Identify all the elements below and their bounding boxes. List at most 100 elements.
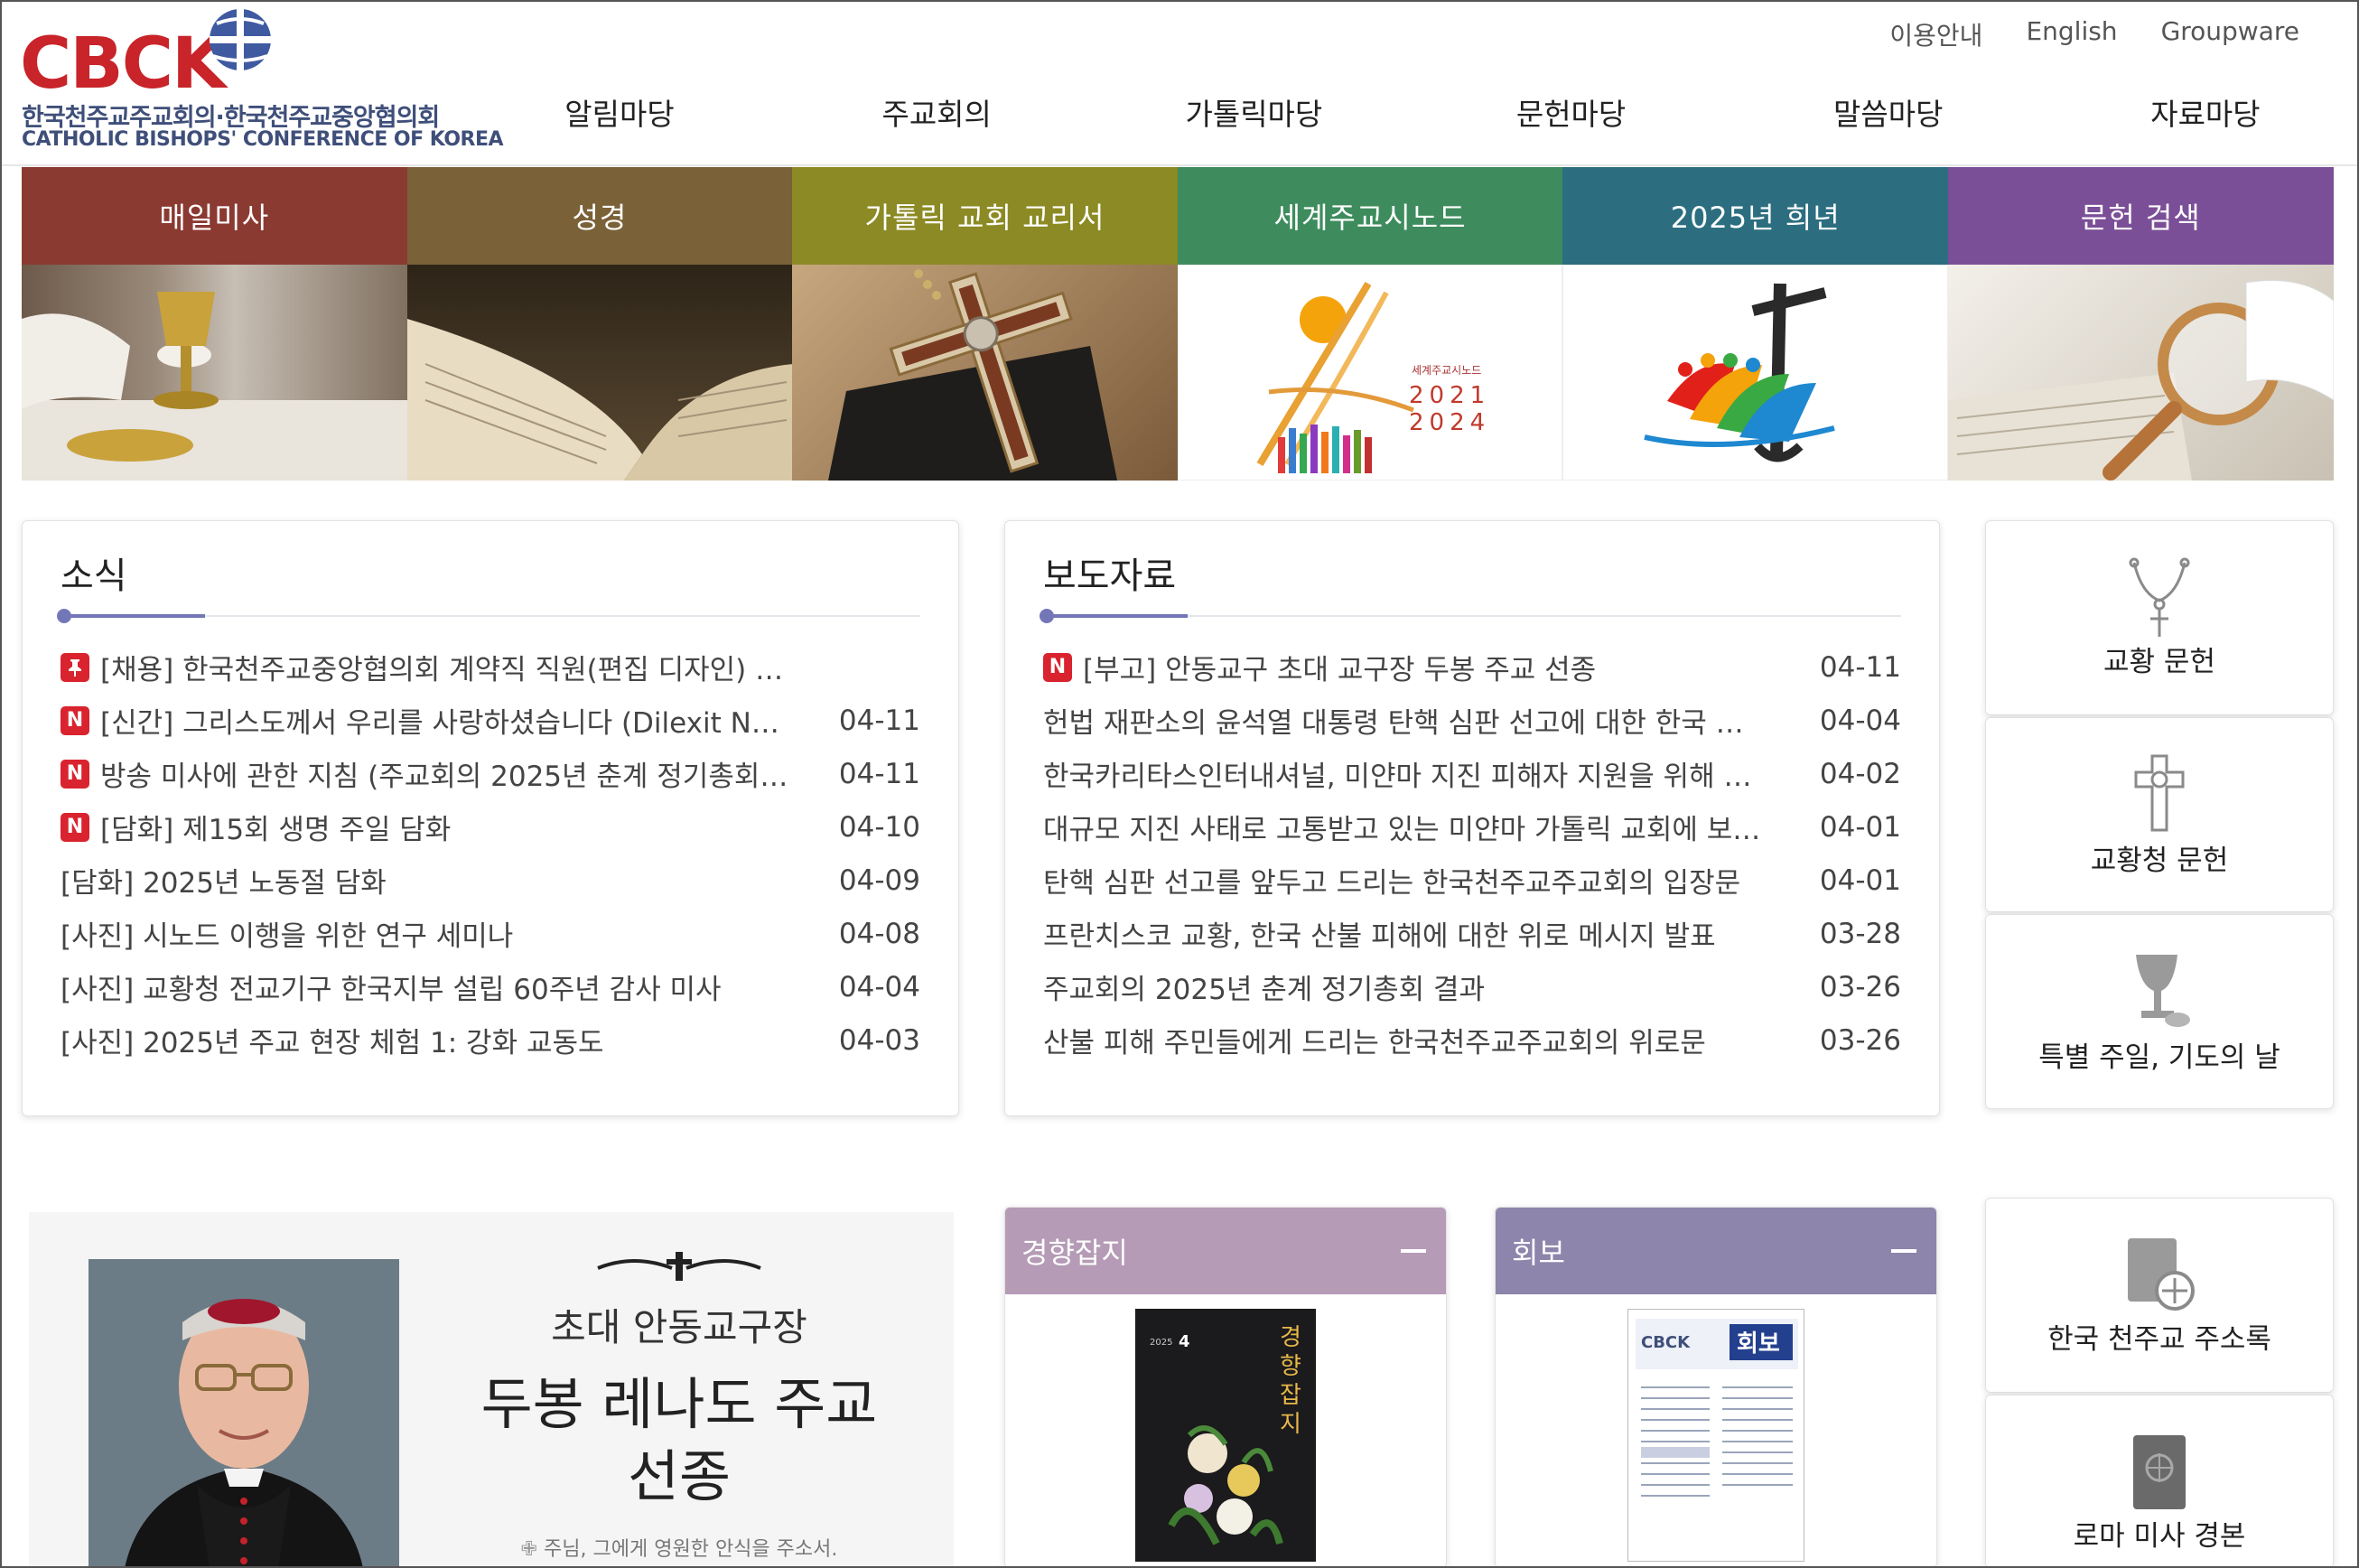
news-date: 04-04 (838, 970, 920, 1003)
obituary-feature[interactable]: 초대 안동교구장 두봉 레나도 주교 선종 ✙ 주님, 그에게 영원한 안식을 … (29, 1212, 954, 1568)
collapse-icon[interactable] (1401, 1249, 1426, 1253)
cross-ornate-icon (2134, 754, 2185, 832)
synod-logo-line2: 2021 (1409, 382, 1490, 409)
press-row[interactable]: 탄핵 심판 선고를 앞두고 드리는 한국천주교주교회의 입장문 04-01 (1043, 854, 1901, 907)
press-row[interactable]: 산불 피해 주민들에게 드리는 한국천주교주교회의 위로문 03-26 (1043, 1013, 1901, 1067)
magazine-header: 회보 (1496, 1208, 1936, 1294)
news-row[interactable]: N [담화] 제15회 생명 주일 담화 04-10 (61, 800, 920, 854)
news-row[interactable]: [사진] 2025년 주교 현장 체험 1: 강화 교동도 04-03 (61, 1013, 920, 1067)
banner-bible[interactable]: 성경 (406, 167, 793, 481)
quicklink-roman-missal[interactable]: 로마 미사 경본 (1985, 1395, 2334, 1568)
news-title: [채용] 한국천주교중앙협의회 계약직 직원(편집 디자인) … (100, 654, 784, 686)
logo-english-name: CATHOLIC BISHOPS' CONFERENCE OF KOREA (22, 128, 504, 151)
news-title: 방송 미사에 관한 지침 (주교회의 2025년 춘계 정기총회… (100, 761, 788, 793)
eucharist-image (22, 265, 407, 481)
kyeonghyang-magazine-panel: 경향잡지 2025 4 경 향 잡 지 (1004, 1207, 1447, 1568)
cover-title-4: 지 (1280, 1411, 1301, 1438)
nav-item-word[interactable]: 말씀마당 (1798, 90, 1979, 134)
pin-icon (61, 652, 89, 682)
bulletin-cover-logo: CBCK (1641, 1333, 1691, 1352)
bishop-portrait (89, 1259, 399, 1568)
feature-text: 초대 안동교구장 두봉 레나도 주교 선종 ✙ 주님, 그에게 영원한 안식을 … (426, 1248, 932, 1562)
quicklink-special-sundays[interactable]: 특별 주일, 기도의 날 (1985, 914, 2334, 1109)
feature-headline-1: 두봉 레나도 주교 (480, 1371, 878, 1437)
util-link-english[interactable]: English (2026, 16, 2117, 52)
news-row[interactable]: N [신간] 그리스도께서 우리를 사랑하셨습니다 (Dilexit N… 04… (61, 694, 920, 747)
rosary-icon (2129, 557, 2190, 637)
press-title: 헌법 재판소의 윤석열 대통령 탄핵 심판 선고에 대한 한국 … (1043, 707, 1744, 740)
quicklink-label: 한국 천주교 주소록 (2047, 1323, 2271, 1356)
cover-title-1: 경 (1280, 1324, 1301, 1351)
jubilee-logo-image (1562, 265, 1948, 481)
press-row[interactable]: 프란치스코 교황, 한국 산불 피해에 대한 위로 메시지 발표 03-28 (1043, 907, 1901, 960)
nav-item-notice[interactable]: 알림마당 (529, 90, 710, 134)
address-book-icon (2122, 1238, 2195, 1311)
nav-item-resources[interactable]: 자료마당 (2115, 90, 2296, 134)
quick-banner: 매일미사 성경 가톨릭 교회 교리서 세계주교시노드 세계주교시노드 2021 … (22, 167, 2334, 481)
magazine-title: 경향잡지 (1021, 1236, 1128, 1270)
press-title: [부고] 안동교구 초대 교구장 두봉 주교 선종 (1083, 654, 1597, 686)
news-row[interactable]: [담화] 2025년 노동절 담화 04-09 (61, 854, 920, 907)
press-panel: 보도자료 N [부고] 안동교구 초대 교구장 두봉 주교 선종 04-11 헌… (1004, 520, 1940, 1116)
new-badge: N (61, 705, 89, 735)
press-row[interactable]: 대규모 지진 사태로 고통받고 있는 미얀마 가톨릭 교회에 보… 04-01 (1043, 800, 1901, 854)
util-link-groupware[interactable]: Groupware (2161, 16, 2299, 52)
banner-doc-search[interactable]: 문헌 검색 (1947, 167, 2334, 481)
press-row[interactable]: 한국카리타스인터내셔널, 미얀마 지진 피해자 지원을 위해 … 04-02 (1043, 747, 1901, 800)
press-row[interactable]: 주교회의 2025년 춘계 정기총회 결과 03-26 (1043, 960, 1901, 1013)
synod-logo-line3: 2024 (1409, 409, 1490, 436)
news-row[interactable]: [사진] 교황청 전교기구 한국지부 설립 60주년 감사 미사 04-04 (61, 960, 920, 1013)
nav-item-documents[interactable]: 문헌마당 (1481, 90, 1662, 134)
news-date: 04-03 (838, 1023, 920, 1057)
magazine-cover[interactable]: 2025 4 경 향 잡 지 (1135, 1309, 1316, 1562)
news-title: [사진] 시노드 이행을 위한 연구 세미나 (61, 920, 514, 953)
util-link-guide[interactable]: 이용안내 (1889, 16, 1982, 52)
press-date: 04-04 (1819, 704, 1901, 737)
press-date: 03-28 (1819, 917, 1901, 950)
news-title: [담화] 2025년 노동절 담화 (61, 867, 387, 900)
press-title: 대규모 지진 사태로 고통받고 있는 미얀마 가톨릭 교회에 보… (1043, 814, 1761, 846)
press-date: 03-26 (1819, 1023, 1901, 1057)
press-date: 04-11 (1819, 650, 1901, 684)
quicklink-papal-documents[interactable]: 교황 문헌 (1985, 520, 2334, 715)
globe-cross-icon (210, 9, 271, 70)
banner-label: 가톨릭 교회 교리서 (792, 167, 1178, 265)
banner-synod[interactable]: 세계주교시노드 세계주교시노드 2021 2024 (1177, 167, 1563, 481)
bulletin-cover[interactable]: CBCK 회보 (1627, 1309, 1804, 1562)
quicklink-holy-see-documents[interactable]: 교황청 문헌 (1985, 717, 2334, 912)
press-row[interactable]: 헌법 재판소의 윤석열 대통령 탄핵 심판 선고에 대한 한국 … 04-04 (1043, 694, 1901, 747)
new-badge: N (1043, 652, 1072, 682)
banner-label: 세계주교시노드 (1177, 167, 1563, 265)
feature-subtitle: 초대 안동교구장 (551, 1305, 807, 1349)
press-panel-title: 보도자료 (1043, 555, 1177, 597)
news-row[interactable]: N 방송 미사에 관한 지침 (주교회의 2025년 춘계 정기총회… 04-1… (61, 747, 920, 800)
press-title: 프란치스코 교황, 한국 산불 피해에 대한 위로 메시지 발표 (1043, 920, 1716, 953)
panel-divider-accent (61, 614, 205, 618)
banner-label: 2025년 희년 (1562, 167, 1948, 265)
crucifix-image (792, 265, 1178, 481)
new-badge: N (61, 759, 89, 789)
nav-item-bishops[interactable]: 주교회의 (846, 90, 1027, 134)
press-date: 04-02 (1819, 757, 1901, 790)
news-date: 04-08 (838, 917, 920, 950)
collapse-icon[interactable] (1891, 1249, 1916, 1253)
quicklink-address-book[interactable]: 한국 천주교 주소록 (1985, 1198, 2334, 1393)
magazine-header: 경향잡지 (1005, 1208, 1446, 1294)
banner-catechism[interactable]: 가톨릭 교회 교리서 (792, 167, 1178, 481)
site-header: CBCK 한국천주교주교회의·한국천주교중앙협의회 CATHOLIC BISHO… (0, 0, 2359, 166)
banner-daily-mass[interactable]: 매일미사 (22, 167, 407, 481)
news-row[interactable]: [채용] 한국천주교중앙협의회 계약직 직원(편집 디자인) … (61, 640, 920, 694)
magazine-title: 회보 (1512, 1236, 1565, 1270)
quicklink-label: 특별 주일, 기도의 날 (2038, 1041, 2280, 1074)
press-row[interactable]: N [부고] 안동교구 초대 교구장 두봉 주교 선종 04-11 (1043, 640, 1901, 694)
main-nav: 알림마당 주교회의 가톨릭마당 문헌마당 말씀마당 자료마당 (529, 90, 2296, 134)
news-row[interactable]: [사진] 시노드 이행을 위한 연구 세미나 04-08 (61, 907, 920, 960)
banner-jubilee[interactable]: 2025년 희년 (1562, 167, 1948, 481)
news-list: [채용] 한국천주교중앙협의회 계약직 직원(편집 디자인) … N [신간] … (61, 640, 920, 1067)
news-title: [사진] 교황청 전교기구 한국지부 설립 60주년 감사 미사 (61, 974, 722, 1006)
nav-item-catholic[interactable]: 가톨릭마당 (1163, 90, 1344, 134)
banner-label: 문헌 검색 (1947, 167, 2334, 265)
banner-label: 성경 (406, 167, 793, 265)
chalice-icon (2136, 955, 2190, 1027)
site-logo[interactable]: CBCK 한국천주교주교회의·한국천주교중앙협의회 CATHOLIC BISHO… (20, 5, 504, 151)
